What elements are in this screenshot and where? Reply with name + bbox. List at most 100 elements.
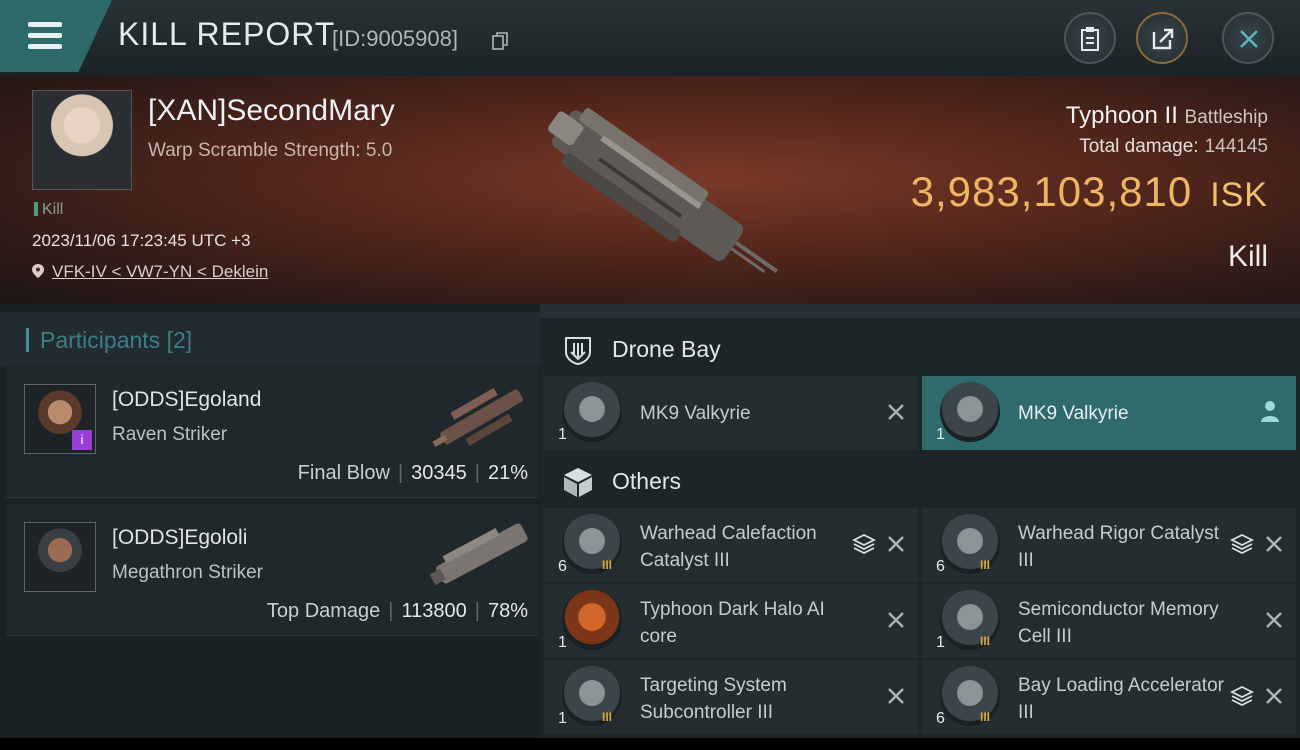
victim-ship-image[interactable] xyxy=(520,96,780,286)
dropped-person-icon xyxy=(1261,401,1279,422)
total-damage: Total damage: 144145 xyxy=(1079,136,1268,157)
items-panel: Drone Bay 1 MK9 Valkyrie 1 MK9 Valkyrie … xyxy=(540,304,1300,750)
rig-icon xyxy=(562,514,622,574)
other-item[interactable]: 1 Typhoon Dark Halo AI core xyxy=(544,584,918,658)
item-name: Semiconductor Memory Cell III xyxy=(1018,599,1219,647)
item-quantity: 6 xyxy=(936,558,945,575)
participant-stats: Final Blow | 30345 | 21% xyxy=(297,462,528,484)
memory-cell-icon xyxy=(940,590,1000,650)
item-name: Warhead Calefaction Catalyst III xyxy=(640,523,817,571)
item-quantity: 1 xyxy=(558,634,567,651)
participant-name: [ODDS]Egoland xyxy=(112,388,262,411)
tier-badge: III xyxy=(980,634,991,648)
destroyed-icon xyxy=(888,536,904,552)
drone-item[interactable]: 1 MK9 Valkyrie xyxy=(544,376,918,450)
location-pin-icon xyxy=(32,264,44,278)
drone-icon xyxy=(562,382,622,442)
info-badge: i xyxy=(72,430,92,450)
share-icon xyxy=(1152,28,1174,50)
other-item[interactable]: 1 III Targeting System Subcontroller III xyxy=(544,660,918,734)
tier-badge: III xyxy=(980,710,991,724)
participant-stats: Top Damage | 113800 | 78% xyxy=(266,600,528,622)
clipboard-icon xyxy=(1081,27,1099,51)
item-name: MK9 Valkyrie xyxy=(640,403,751,424)
tier-badge: III xyxy=(980,558,991,572)
item-name: Typhoon Dark Halo AI core xyxy=(640,599,825,647)
participants-panel: Participants [2] i [ODDS]Egoland Raven S… xyxy=(0,304,540,750)
menu-icon-line xyxy=(28,33,62,38)
bottom-edge xyxy=(0,738,1300,750)
drone-bay-header: Drone Bay xyxy=(540,320,1300,378)
participant-row[interactable]: i [ODDS]Egoland Raven Striker Final Blow… xyxy=(6,366,538,498)
destroyed-icon xyxy=(888,404,904,420)
destroyed-icon xyxy=(888,612,904,628)
destroyed-icon xyxy=(1266,536,1282,552)
close-button[interactable] xyxy=(1222,12,1274,64)
kill-tag: Kill xyxy=(34,201,63,219)
victim-name[interactable]: [XAN]SecondMary xyxy=(148,94,395,128)
participants-header: Participants [2] xyxy=(0,312,540,366)
report-id: [ID:9005908] xyxy=(332,26,458,51)
item-name: Bay Loading Accelerator III xyxy=(1018,675,1224,723)
menu-icon-line xyxy=(28,44,62,49)
warp-scramble-strength: Warp Scramble Strength: 5.0 xyxy=(148,140,393,161)
victim-ship-name[interactable]: Typhoon II Battleship xyxy=(1066,102,1268,130)
item-name: Warhead Rigor Catalyst III xyxy=(1018,523,1219,571)
kill-result: Kill xyxy=(1227,240,1268,273)
drone-icon xyxy=(940,382,1000,442)
participants-label: Participants [2] xyxy=(40,327,193,353)
participant-name: [ODDS]Egololi xyxy=(112,526,248,549)
other-item[interactable]: 6 III Warhead Rigor Catalyst III xyxy=(922,508,1296,582)
item-quantity: 6 xyxy=(558,558,567,575)
participant-ship-image xyxy=(432,387,523,447)
others-label: Others xyxy=(612,468,682,494)
share-button[interactable] xyxy=(1136,12,1188,64)
other-item[interactable]: 6 III Bay Loading Accelerator III xyxy=(922,660,1296,734)
clipboard-button[interactable] xyxy=(1064,12,1116,64)
item-quantity: 1 xyxy=(558,426,567,443)
kill-datetime: 2023/11/06 17:23:45 UTC +3 xyxy=(32,231,251,250)
participant-ship: Megathron Striker xyxy=(112,562,264,583)
isk-value: 3,983,103,810 ISK xyxy=(910,168,1268,215)
page-title: KILL REPORT xyxy=(118,16,336,52)
item-quantity: 1 xyxy=(936,426,945,443)
item-name: Targeting System Subcontroller III xyxy=(640,675,787,723)
destroyed-icon xyxy=(1266,612,1282,628)
copy-icon[interactable] xyxy=(492,32,508,50)
participant-ship: Raven Striker xyxy=(112,424,228,445)
other-item[interactable]: 1 III Semiconductor Memory Cell III xyxy=(922,584,1296,658)
participant-ship-image xyxy=(429,523,528,586)
close-icon xyxy=(1240,30,1258,48)
previous-section-edge xyxy=(540,304,1300,318)
victim-portrait[interactable] xyxy=(32,90,132,190)
top-bar: KILL REPORT [ID:9005908] xyxy=(0,0,1300,76)
destroyed-icon xyxy=(888,688,904,704)
others-box-icon xyxy=(564,468,592,497)
destroyed-icon xyxy=(1266,688,1282,704)
other-item[interactable]: 6 III Warhead Calefaction Catalyst III xyxy=(544,508,918,582)
avatar xyxy=(24,522,96,592)
kill-location[interactable]: VFK-IV < VW7-YN < Deklein xyxy=(32,262,268,282)
drone-bay-label: Drone Bay xyxy=(612,336,721,362)
participant-row[interactable]: [ODDS]Egololi Megathron Striker Top Dama… xyxy=(6,504,538,636)
stack-icon xyxy=(1230,533,1254,555)
location-link[interactable]: VFK-IV < VW7-YN < Deklein xyxy=(52,262,268,281)
kill-banner: [XAN]SecondMary Warp Scramble Strength: … xyxy=(0,76,1300,304)
item-quantity: 1 xyxy=(558,710,567,727)
item-quantity: 6 xyxy=(936,710,945,727)
stack-icon xyxy=(852,533,876,555)
ai-core-icon xyxy=(562,590,622,650)
drone-bay-icon xyxy=(565,337,591,366)
rig-icon xyxy=(940,666,1000,726)
tier-badge: III xyxy=(602,558,613,572)
menu-icon xyxy=(28,22,62,27)
tier-badge: III xyxy=(602,710,613,724)
others-header: Others xyxy=(540,452,1300,510)
item-quantity: 1 xyxy=(936,634,945,651)
menu-button[interactable] xyxy=(0,0,112,72)
rig-icon xyxy=(940,514,1000,574)
drone-item[interactable]: 1 MK9 Valkyrie xyxy=(922,376,1296,450)
item-name: MK9 Valkyrie xyxy=(1018,403,1129,424)
stack-icon xyxy=(1230,685,1254,707)
subcontroller-icon xyxy=(562,666,622,726)
